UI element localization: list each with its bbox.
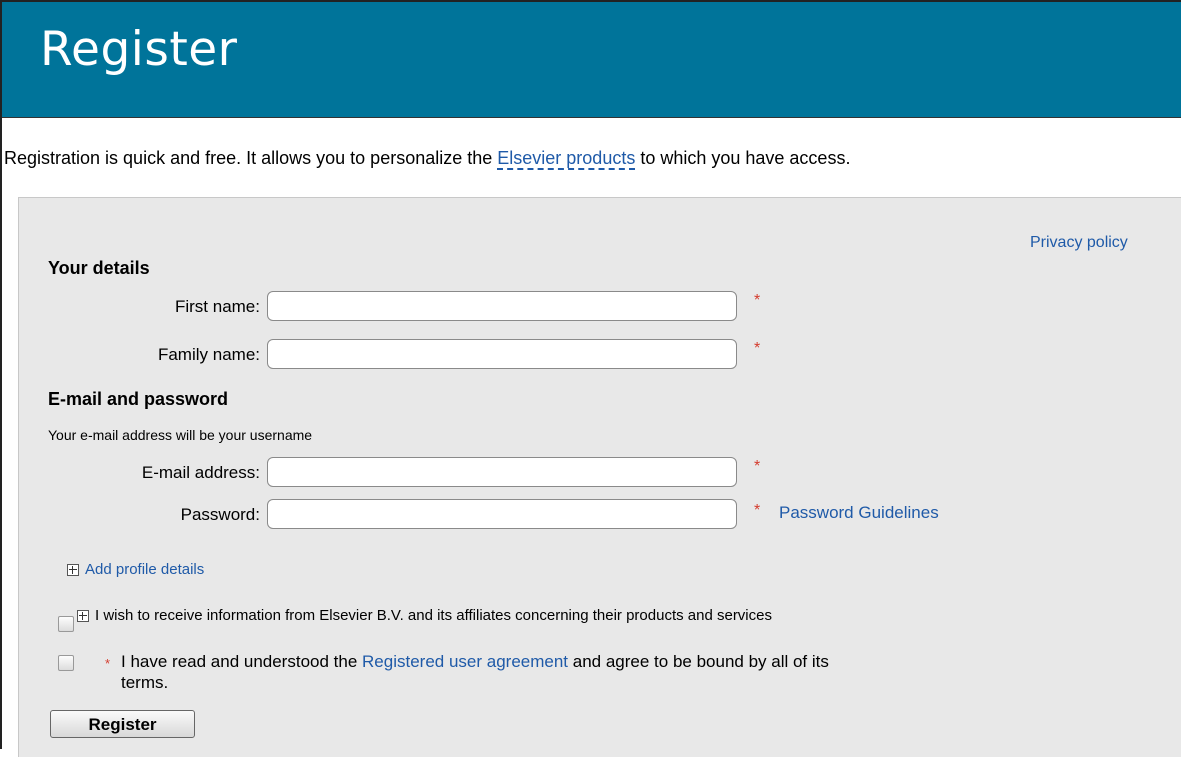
password-guidelines-link[interactable]: Password Guidelines <box>779 503 939 523</box>
privacy-policy-link[interactable]: Privacy policy <box>1030 234 1128 252</box>
page-header: Register <box>2 2 1181 118</box>
intro-text: Registration is quick and free. It allow… <box>4 148 851 170</box>
first-name-label: First name: <box>174 297 260 316</box>
page-title: Register <box>40 22 238 77</box>
password-input[interactable] <box>267 499 737 529</box>
agreement-text-line2: terms. <box>121 673 169 692</box>
agreement-text-before: I have read and understood the <box>121 652 363 671</box>
register-button[interactable]: Register <box>50 710 195 738</box>
elsevier-products-link[interactable]: Elsevier products <box>497 148 636 170</box>
marketing-expand-plus-icon[interactable] <box>77 610 89 622</box>
username-note: Your e-mail address will be your usernam… <box>48 427 313 443</box>
family-name-label: Family name: <box>157 345 260 364</box>
email-required-marker: * <box>754 458 761 475</box>
intro-text-before: Registration is quick and free. It allow… <box>4 148 498 168</box>
family-name-required-marker: * <box>754 340 761 357</box>
email-label: E-mail address: <box>141 463 260 482</box>
password-label: Password: <box>180 505 260 524</box>
intro-text-after: to which you have access. <box>635 148 851 168</box>
first-name-input[interactable] <box>267 291 737 321</box>
email-password-heading: E-mail and password <box>48 389 229 409</box>
add-profile-details-link[interactable]: Add profile details <box>85 561 204 578</box>
agreement-checkbox[interactable] <box>58 655 74 671</box>
your-details-heading: Your details <box>48 258 150 278</box>
email-input[interactable] <box>267 457 737 487</box>
expand-plus-icon[interactable] <box>67 564 79 576</box>
family-name-input[interactable] <box>267 339 737 369</box>
marketing-checkbox-label: I wish to receive information from Elsev… <box>95 607 772 624</box>
agreement-text: I have read and understood the Registere… <box>121 651 829 693</box>
marketing-checkbox[interactable] <box>58 616 74 632</box>
agreement-required-marker: * <box>105 656 111 671</box>
agreement-text-after: and agree to be bound by all of its <box>568 652 829 671</box>
first-name-required-marker: * <box>754 292 761 309</box>
password-required-marker: * <box>754 502 761 519</box>
registered-user-agreement-link[interactable]: Registered user agreement <box>362 652 568 671</box>
